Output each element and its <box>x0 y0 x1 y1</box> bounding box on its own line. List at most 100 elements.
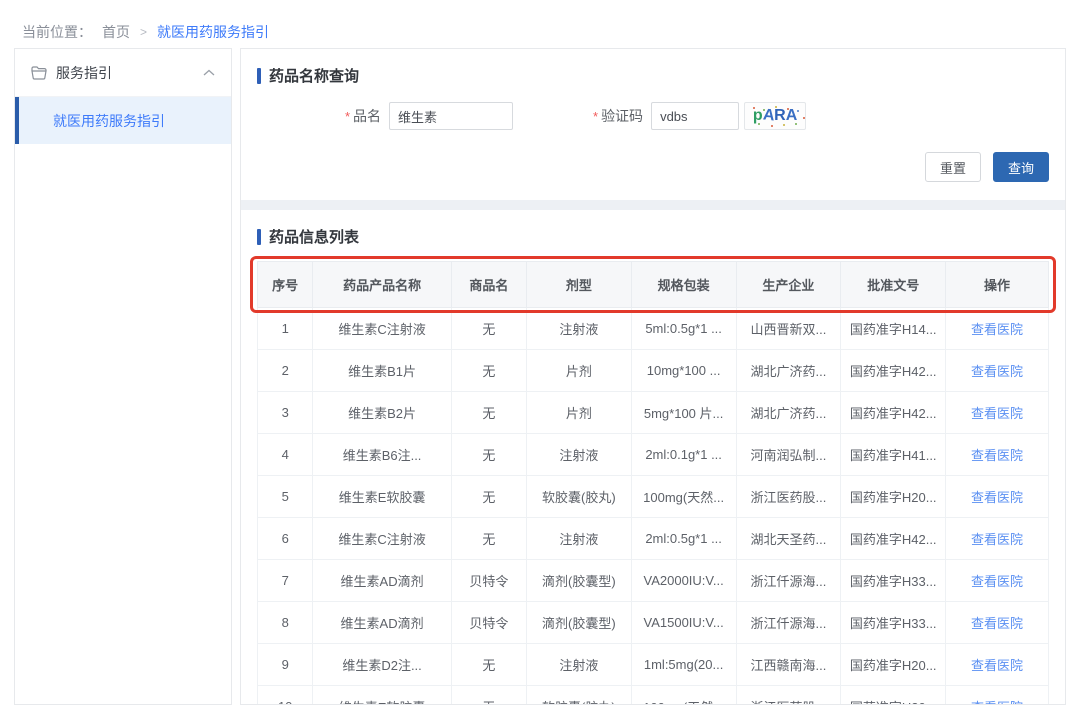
cell-no: 1 <box>258 308 313 350</box>
sidebar-group-header[interactable]: 服务指引 <box>15 49 231 97</box>
sidebar-group-title: 服务指引 <box>56 63 112 83</box>
drug-name-input[interactable] <box>389 102 513 130</box>
view-hospital-link[interactable]: 查看医院 <box>971 406 1023 421</box>
view-hospital-link[interactable]: 查看医院 <box>971 574 1023 589</box>
folder-icon <box>31 66 47 80</box>
cell-manufacturer: 山西晋新双... <box>736 308 841 350</box>
captcha-label: *验证码 <box>593 106 651 126</box>
cell-spec: 1ml:5mg(20... <box>631 644 736 686</box>
cell-brand: 无 <box>451 392 526 434</box>
cell-manufacturer: 湖北广济药... <box>736 350 841 392</box>
cell-form: 注射液 <box>526 434 631 476</box>
breadcrumb: 当前位置： 首页 > 就医用药服务指引 <box>0 0 1080 48</box>
captcha-image[interactable]: p A R A <box>744 102 806 130</box>
breadcrumb-current[interactable]: 就医用药服务指引 <box>157 22 269 42</box>
column-header-name: 药品产品名称 <box>313 262 451 308</box>
drug-table-container: 序号 药品产品名称 商品名 剂型 规格包装 生产企业 批准文号 操作 1 维生素… <box>257 261 1049 705</box>
cell-approval: 国药准字H20... <box>841 476 946 518</box>
cell-approval: 国药准字H42... <box>841 350 946 392</box>
cell-name: 维生素B1片 <box>313 350 451 392</box>
cell-form: 注射液 <box>526 518 631 560</box>
cell-approval: 国药准字H33... <box>841 602 946 644</box>
column-header-no: 序号 <box>258 262 313 308</box>
captcha-input[interactable] <box>651 102 739 130</box>
view-hospital-link[interactable]: 查看医院 <box>971 322 1023 337</box>
cell-approval: 国药准字H33... <box>841 560 946 602</box>
view-hospital-link[interactable]: 查看医院 <box>971 616 1023 631</box>
required-asterisk: * <box>345 109 350 124</box>
cell-approval: 国药准字H41... <box>841 434 946 476</box>
cell-form: 软胶囊(胶丸) <box>526 476 631 518</box>
cell-no: 8 <box>258 602 313 644</box>
cell-name: 维生素E软胶囊 <box>313 476 451 518</box>
sidebar-item-guide[interactable]: 就医用药服务指引 <box>15 97 231 144</box>
section-title-bar <box>257 68 261 84</box>
cell-name: 维生素B6注... <box>313 434 451 476</box>
section-divider <box>241 200 1065 210</box>
drug-name-label: *品名 <box>257 106 389 126</box>
cell-no: 5 <box>258 476 313 518</box>
view-hospital-link[interactable]: 查看医院 <box>971 490 1023 505</box>
table-row: 6 维生素C注射液 无 注射液 2ml:0.5g*1 ... 湖北天圣药... … <box>258 518 1049 560</box>
table-header-row: 序号 药品产品名称 商品名 剂型 规格包装 生产企业 批准文号 操作 <box>258 262 1049 308</box>
table-row: 10 维生素E软胶囊 无 软胶囊(胶丸) 100mg(天然... 浙江医药股..… <box>258 686 1049 706</box>
column-header-spec: 规格包装 <box>631 262 736 308</box>
cell-approval: 国药准字H20... <box>841 686 946 706</box>
cell-manufacturer: 湖北天圣药... <box>736 518 841 560</box>
cell-manufacturer: 浙江仟源海... <box>736 602 841 644</box>
cell-no: 2 <box>258 350 313 392</box>
table-row: 9 维生素D2注... 无 注射液 1ml:5mg(20... 江西赣南海...… <box>258 644 1049 686</box>
cell-manufacturer: 江西赣南海... <box>736 644 841 686</box>
list-section-title: 药品信息列表 <box>257 226 1049 247</box>
search-button[interactable]: 查询 <box>993 152 1049 182</box>
cell-no: 7 <box>258 560 313 602</box>
cell-no: 10 <box>258 686 313 706</box>
table-row: 3 维生素B2片 无 片剂 5mg*100 片... 湖北广济药... 国药准字… <box>258 392 1049 434</box>
cell-approval: 国药准字H42... <box>841 392 946 434</box>
reset-button[interactable]: 重置 <box>925 152 981 182</box>
cell-manufacturer: 浙江医药股... <box>736 686 841 706</box>
breadcrumb-separator: > <box>140 25 147 39</box>
drug-table-body: 1 维生素C注射液 无 注射液 5ml:0.5g*1 ... 山西晋新双... … <box>258 308 1049 706</box>
cell-approval: 国药准字H20... <box>841 644 946 686</box>
cell-no: 6 <box>258 518 313 560</box>
cell-spec: VA2000IU:V... <box>631 560 736 602</box>
breadcrumb-home-link[interactable]: 首页 <box>102 22 130 42</box>
cell-brand: 无 <box>451 434 526 476</box>
view-hospital-link[interactable]: 查看医院 <box>971 658 1023 673</box>
table-row: 1 维生素C注射液 无 注射液 5ml:0.5g*1 ... 山西晋新双... … <box>258 308 1049 350</box>
column-header-manufacturer: 生产企业 <box>736 262 841 308</box>
cell-name: 维生素D2注... <box>313 644 451 686</box>
form-actions: 重置 查询 <box>257 152 1049 182</box>
required-asterisk: * <box>593 109 598 124</box>
cell-no: 9 <box>258 644 313 686</box>
cell-form: 滴剂(胶囊型) <box>526 602 631 644</box>
chevron-up-icon[interactable] <box>203 69 215 76</box>
cell-name: 维生素E软胶囊 <box>313 686 451 706</box>
cell-brand: 无 <box>451 686 526 706</box>
query-form: *品名 *验证码 p A R A <box>257 102 1049 130</box>
view-hospital-link[interactable]: 查看医院 <box>971 448 1023 463</box>
cell-name: 维生素AD滴剂 <box>313 602 451 644</box>
cell-brand: 贝特令 <box>451 560 526 602</box>
cell-name: 维生素AD滴剂 <box>313 560 451 602</box>
cell-spec: 100mg(天然... <box>631 476 736 518</box>
column-header-approval: 批准文号 <box>841 262 946 308</box>
captcha-letter: A <box>762 107 775 124</box>
cell-brand: 无 <box>451 308 526 350</box>
cell-form: 注射液 <box>526 644 631 686</box>
cell-spec: 5ml:0.5g*1 ... <box>631 308 736 350</box>
view-hospital-link[interactable]: 查看医院 <box>971 700 1023 705</box>
cell-spec: 5mg*100 片... <box>631 392 736 434</box>
cell-name: 维生素C注射液 <box>313 308 451 350</box>
cell-spec: 10mg*100 ... <box>631 350 736 392</box>
view-hospital-link[interactable]: 查看医院 <box>971 364 1023 379</box>
view-hospital-link[interactable]: 查看医院 <box>971 532 1023 547</box>
captcha-letter: A <box>786 108 798 124</box>
cell-form: 片剂 <box>526 392 631 434</box>
cell-spec: VA1500IU:V... <box>631 602 736 644</box>
column-header-brand: 商品名 <box>451 262 526 308</box>
sidebar: 服务指引 就医用药服务指引 <box>14 48 232 705</box>
query-section-title: 药品名称查询 <box>257 65 1049 86</box>
drug-table: 序号 药品产品名称 商品名 剂型 规格包装 生产企业 批准文号 操作 1 维生素… <box>257 261 1049 705</box>
